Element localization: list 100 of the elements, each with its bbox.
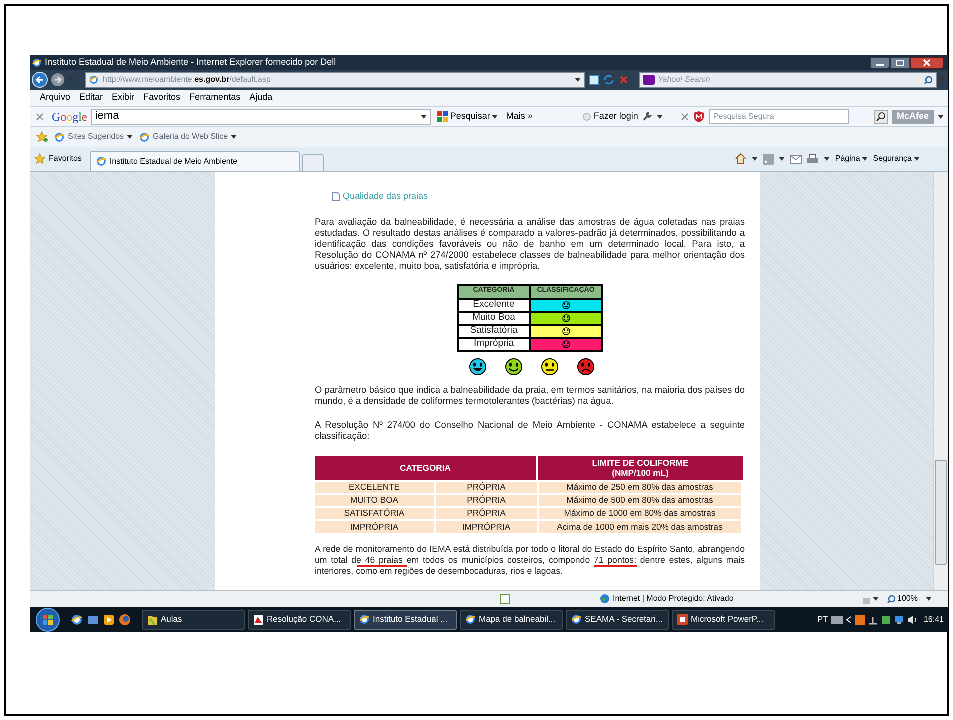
signal-icon[interactable] — [868, 614, 878, 624]
fox-globe-icon[interactable] — [119, 614, 131, 626]
shield-icon — [693, 110, 706, 122]
chevron-left-icon[interactable] — [846, 616, 852, 624]
yahoo-logo-icon — [643, 75, 655, 85]
table-cell: IMPRÓPRIA — [435, 520, 538, 532]
slides-app-icon — [677, 614, 688, 625]
browser-e-icon — [32, 58, 42, 68]
menu-item[interactable]: Exibir — [112, 91, 135, 105]
paragraph: A rede de monitoramento do IEMA está distribuída por todo o litoral do Estado do Espírito Santo, abrangendo um total de 46 praias em todos os municípios costeiros, compondo 71 pontos; dentre estes, alguns mais interiores, como em regiões de desembocaduras, rios e lagoas. — [315, 544, 745, 576]
menu-item[interactable]: Favoritos — [144, 91, 181, 105]
paragraph: O parâmetro básico que indica a balneabilidade da praia, em termos sanitários, na maioria dos países do mundo, é a densidade de coliformes termotolerantes (bactérias) na água. — [315, 384, 745, 406]
caret-icon[interactable] — [752, 157, 758, 161]
close-icon[interactable] — [910, 56, 944, 68]
caret-icon[interactable] — [926, 597, 932, 601]
window-title: Instituto Estadual de Meio Ambiente - Internet Explorer fornecido por Dell — [45, 56, 336, 69]
search-field[interactable]: iema — [91, 108, 432, 124]
scrollbar[interactable] — [933, 172, 948, 590]
taskbar-button[interactable]: Instituto Estadual ... — [354, 610, 457, 630]
speaker-icon[interactable] — [906, 614, 919, 624]
caret-icon[interactable] — [575, 78, 581, 82]
browser-e-icon — [54, 132, 65, 142]
search-placeholder: Pesquisa Segura — [713, 110, 774, 122]
menu-item[interactable]: Ajuda — [250, 91, 273, 105]
caret-icon[interactable] — [657, 114, 664, 118]
caret-icon[interactable] — [914, 157, 920, 161]
login-button[interactable]: Fazer login — [582, 110, 638, 124]
menu-item[interactable]: Ferramentas — [190, 91, 241, 105]
wrench-icon[interactable] — [642, 111, 654, 122]
caret-icon[interactable] — [421, 114, 428, 118]
zoom-button[interactable]: 100% — [886, 593, 918, 605]
command-menu-button[interactable]: Página — [835, 153, 868, 165]
caret-icon[interactable] — [231, 135, 238, 139]
minimize-icon[interactable] — [870, 56, 890, 68]
caret-icon[interactable] — [779, 157, 786, 161]
command-menu-button[interactable]: Segurança — [873, 153, 920, 165]
caret-icon[interactable] — [127, 135, 134, 139]
printer-icon[interactable] — [807, 154, 820, 164]
caret-icon[interactable] — [938, 114, 944, 118]
zoom-icon — [886, 594, 896, 604]
browser-e-icon — [359, 614, 370, 625]
taskbar-button[interactable]: Microsoft PowerP... — [672, 610, 775, 630]
caret-icon[interactable] — [824, 157, 830, 161]
start-orb-icon[interactable] — [36, 608, 60, 632]
search-button[interactable]: Pesquisar — [435, 110, 500, 124]
clock[interactable]: 16:41 — [924, 614, 944, 626]
taskbar-button[interactable]: SEAMA - Secretari... — [566, 610, 669, 630]
tray-app-icon[interactable] — [854, 614, 865, 624]
browser-e-icon — [465, 614, 476, 625]
browser-e-icon — [71, 614, 83, 626]
browser-e-icon — [89, 75, 99, 85]
security-zone-text: Internet | Modo Protegido: Ativado — [613, 593, 734, 605]
media-player-icon[interactable] — [103, 614, 115, 626]
star-icon — [34, 153, 46, 165]
link-button[interactable]: Sites Sugeridos — [54, 131, 134, 143]
google-logo: Google — [52, 108, 88, 126]
maximize-icon[interactable] — [890, 56, 910, 68]
star-plus-icon[interactable] — [36, 131, 48, 143]
favorites-button[interactable]: Favoritos — [34, 153, 82, 165]
back-icon[interactable] — [32, 72, 48, 88]
caret-icon[interactable] — [492, 114, 498, 118]
search-placeholder: Yahoo! Search — [658, 74, 710, 86]
search-icon[interactable] — [874, 110, 888, 124]
address-field[interactable]: http://www.meioambiente.es.gov.br/default.asp — [85, 72, 585, 88]
caret-icon[interactable] — [862, 157, 868, 161]
compatibility-view-icon[interactable] — [588, 74, 600, 86]
browser-e-icon — [571, 614, 582, 625]
intro-paragraph: Para avaliação da balneabilidade, é necessária a análise das amostras de água coletadas nas praias estudadas. O resultado destas análises é comparado a valores-padrão já determinados, possibilitando a identificação das condições favoráveis ou não de banho em um determinado local. Para isto, a Resolução do CONAMA nº 274/2000 estabelece classes de balneabilidade para melhor orientação dos usuários: excelente, muito boa, satisfatória e imprópria. — [315, 216, 745, 272]
mail-icon[interactable] — [790, 154, 802, 164]
keyboard-icon[interactable] — [830, 616, 843, 624]
link-button[interactable]: Galeria do Web Slice — [139, 131, 238, 143]
browser-e-icon — [139, 132, 150, 142]
taskbar-button[interactable]: Mapa de balneabil... — [460, 610, 563, 630]
google-squares-icon — [437, 111, 448, 122]
column-group-header: LIMITE DE COLIFORME (NMP/100 mL) — [538, 456, 743, 480]
page-status-icon — [500, 594, 510, 604]
browser-tab[interactable]: Instituto Estadual de Meio Ambiente — [90, 151, 300, 171]
paragraph: A Resolução Nº 274/00 do Conselho Nacional de Meio Ambiente - CONAMA estabelece a seguinte classificação: — [315, 420, 745, 442]
menu-item[interactable]: Editar — [80, 91, 104, 105]
column-group-header: CATEGORIA — [315, 456, 538, 480]
globe-icon — [600, 594, 610, 604]
menu-item[interactable]: Arquivo — [40, 91, 71, 105]
forward-icon[interactable] — [51, 73, 65, 87]
monitor-icon[interactable] — [894, 614, 904, 624]
browser-e-icon — [96, 156, 107, 167]
address-text: http://www.meioambiente.es.gov.br/default.asp — [103, 74, 271, 86]
desktop-icon[interactable] — [87, 614, 99, 626]
table-cell: IMPRÓPRIA — [315, 520, 435, 532]
folder-icon — [147, 614, 158, 626]
language-indicator[interactable]: PT — [818, 614, 828, 626]
circle-icon — [582, 112, 591, 120]
taskbar-button[interactable]: Resolução CONA... — [248, 610, 351, 630]
more-button[interactable]: Mais » — [504, 110, 535, 124]
table-cell: Acima de 1000 em mais 20% das amostras — [538, 520, 742, 532]
taskbar-button[interactable]: Aulas — [142, 610, 245, 630]
caret-icon[interactable] — [872, 597, 879, 601]
search-icon[interactable] — [924, 76, 933, 84]
scrollbar-thumb[interactable] — [935, 460, 947, 565]
pdf-document-icon — [253, 614, 264, 626]
home-icon[interactable] — [735, 153, 748, 165]
